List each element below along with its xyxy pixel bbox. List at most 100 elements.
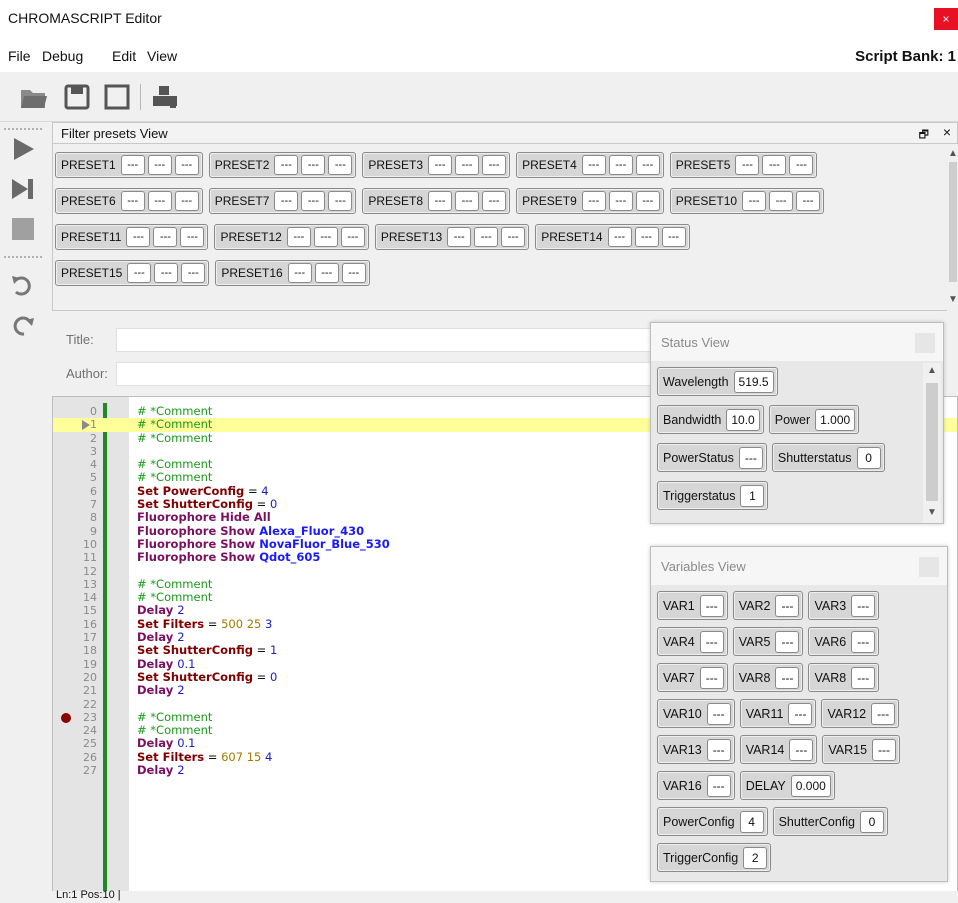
preset-preset6-value[interactable]: --- <box>174 191 199 211</box>
var-var16-value[interactable]: --- <box>706 774 731 797</box>
preset-preset5-value[interactable]: --- <box>735 155 760 175</box>
scroll-up-icon[interactable]: ▲ <box>948 148 958 159</box>
save-icon[interactable] <box>62 82 92 112</box>
scroll-thumb[interactable] <box>949 162 957 282</box>
preset-preset13-value[interactable]: --- <box>501 227 526 247</box>
var-var8-value[interactable]: --- <box>851 666 876 689</box>
preset-preset4-value[interactable]: --- <box>581 155 606 175</box>
preset-preset15-value[interactable]: --- <box>127 263 152 283</box>
status-power-value[interactable]: 1.000 <box>815 408 856 431</box>
panel-button[interactable] <box>919 557 939 577</box>
scroll-thumb[interactable] <box>926 383 938 501</box>
var-var15-value[interactable]: --- <box>872 738 897 761</box>
var-var6-value[interactable]: --- <box>851 630 876 653</box>
preset-preset3-value[interactable]: --- <box>455 155 480 175</box>
preset-preset14-value[interactable]: --- <box>634 227 659 247</box>
preset-preset1-value[interactable]: --- <box>147 155 172 175</box>
open-folder-icon[interactable] <box>18 82 48 112</box>
panel-button[interactable] <box>915 333 935 353</box>
var-powerconfig-value[interactable]: 4 <box>739 810 764 833</box>
preset-preset10-value[interactable]: --- <box>742 191 767 211</box>
step-icon[interactable] <box>10 176 36 202</box>
menu-view[interactable]: View <box>147 48 177 64</box>
status-wavelength-value[interactable]: 519.5 <box>733 370 774 393</box>
preset-preset12-value[interactable]: --- <box>286 227 311 247</box>
presets-scrollbar[interactable]: ▲ ▼ <box>947 144 958 312</box>
preset-preset7-value[interactable]: --- <box>301 191 326 211</box>
play-icon[interactable] <box>10 136 36 162</box>
undo-icon[interactable] <box>10 272 36 298</box>
var-var1-value[interactable]: --- <box>699 594 724 617</box>
preset-preset10-value[interactable]: --- <box>796 191 821 211</box>
var-var13-value[interactable]: --- <box>706 738 731 761</box>
scroll-down-icon[interactable]: ▼ <box>927 507 937 518</box>
code-line[interactable]: 9 Fluorophore Show Alexa_Fluor_430 <box>53 524 957 538</box>
preset-preset4-value[interactable]: --- <box>608 155 633 175</box>
scroll-down-icon[interactable]: ▼ <box>948 294 958 305</box>
status-bandwidth-value[interactable]: 10.0 <box>726 408 760 431</box>
var-delay-value[interactable]: 0.000 <box>790 774 831 797</box>
preset-preset3-value[interactable]: --- <box>482 155 507 175</box>
preset-preset9-value[interactable]: --- <box>581 191 606 211</box>
preset-preset12-value[interactable]: --- <box>340 227 365 247</box>
preset-preset15-value[interactable]: --- <box>181 263 206 283</box>
preset-preset8-value[interactable]: --- <box>455 191 480 211</box>
printer-icon[interactable] <box>150 82 180 112</box>
preset-preset3-value[interactable]: --- <box>428 155 453 175</box>
preset-preset11-value[interactable]: --- <box>180 227 205 247</box>
preset-preset5-value[interactable]: --- <box>762 155 787 175</box>
preset-preset11-value[interactable]: --- <box>126 227 151 247</box>
preset-preset16-value[interactable]: --- <box>341 263 366 283</box>
var-var3-value[interactable]: --- <box>851 594 876 617</box>
preset-preset10-value[interactable]: --- <box>769 191 794 211</box>
grip-handle-2[interactable] <box>4 256 42 258</box>
preset-preset7-value[interactable]: --- <box>274 191 299 211</box>
preset-preset13-value[interactable]: --- <box>447 227 472 247</box>
menu-file[interactable]: File <box>8 48 31 64</box>
preset-preset14-value[interactable]: --- <box>661 227 686 247</box>
var-var14-value[interactable]: --- <box>789 738 814 761</box>
preset-preset1-value[interactable]: --- <box>120 155 145 175</box>
var-var12-value[interactable]: --- <box>871 702 896 725</box>
var-var7-value[interactable]: --- <box>699 666 724 689</box>
scroll-up-icon[interactable]: ▲ <box>927 365 937 376</box>
preset-preset6-value[interactable]: --- <box>120 191 145 211</box>
preset-preset8-value[interactable]: --- <box>482 191 507 211</box>
var-var10-value[interactable]: --- <box>706 702 731 725</box>
preset-preset16-value[interactable]: --- <box>314 263 339 283</box>
status-shutterstatus-value[interactable]: 0 <box>856 446 881 469</box>
preset-preset2-value[interactable]: --- <box>328 155 353 175</box>
preset-preset14-value[interactable]: --- <box>607 227 632 247</box>
redo-icon[interactable] <box>10 312 36 338</box>
grip-handle[interactable] <box>4 128 42 130</box>
preset-preset6-value[interactable]: --- <box>147 191 172 211</box>
var-var5-value[interactable]: --- <box>775 630 800 653</box>
preset-preset8-value[interactable]: --- <box>428 191 453 211</box>
preset-preset4-value[interactable]: --- <box>635 155 660 175</box>
preset-preset7-value[interactable]: --- <box>328 191 353 211</box>
preset-preset13-value[interactable]: --- <box>474 227 499 247</box>
close-button[interactable]: × <box>934 8 958 30</box>
preset-preset9-value[interactable]: --- <box>635 191 660 211</box>
preset-preset9-value[interactable]: --- <box>608 191 633 211</box>
preset-preset2-value[interactable]: --- <box>301 155 326 175</box>
var-var4-value[interactable]: --- <box>699 630 724 653</box>
var-var8-value[interactable]: --- <box>775 666 800 689</box>
preset-preset12-value[interactable]: --- <box>313 227 338 247</box>
var-var11-value[interactable]: --- <box>788 702 813 725</box>
new-document-icon[interactable] <box>102 82 132 112</box>
preset-preset2-value[interactable]: --- <box>274 155 299 175</box>
preset-preset15-value[interactable]: --- <box>154 263 179 283</box>
preset-preset1-value[interactable]: --- <box>174 155 199 175</box>
var-var2-value[interactable]: --- <box>775 594 800 617</box>
preset-preset16-value[interactable]: --- <box>287 263 312 283</box>
menu-edit[interactable]: Edit <box>112 48 136 64</box>
preset-preset11-value[interactable]: --- <box>153 227 178 247</box>
close-panel-icon[interactable]: × <box>943 124 951 140</box>
stop-icon[interactable] <box>10 216 36 242</box>
status-powerstatus-value[interactable]: --- <box>738 446 763 469</box>
preset-preset5-value[interactable]: --- <box>789 155 814 175</box>
status-scrollbar[interactable]: ▲ ▼ <box>923 363 941 523</box>
menu-debug[interactable]: Debug <box>42 48 83 64</box>
var-shutterconfig-value[interactable]: 0 <box>860 810 885 833</box>
